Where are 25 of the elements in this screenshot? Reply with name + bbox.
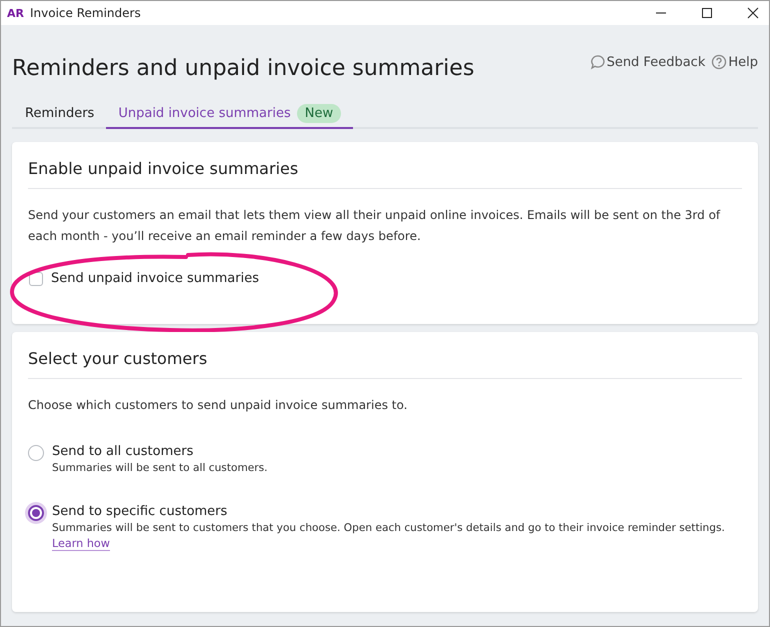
tab[interactable]: Unpaid invoice summaries New <box>106 99 354 129</box>
section-title: Select your customers <box>28 332 742 379</box>
help-link[interactable]: Help <box>711 54 758 70</box>
app-logo: AR <box>7 6 24 20</box>
page-title: Reminders and unpaid invoice summaries <box>12 56 474 80</box>
radio-button[interactable] <box>28 445 44 461</box>
learn-how-link[interactable]: Learn how <box>52 537 110 551</box>
option-label: Send to specific customers <box>52 504 228 519</box>
radio-button[interactable] <box>28 505 44 521</box>
option-label: Send to all customers <box>52 444 194 459</box>
feedback-link[interactable]: Send Feedback <box>590 54 706 70</box>
tab[interactable]: Reminders <box>13 99 106 129</box>
option-hint: Summaries will be sent to customers that you choose. Open each customer's details and go to their invoice reminder settings. <box>52 522 725 534</box>
speech-bubble-icon <box>590 54 606 70</box>
new-badge: New <box>296 104 342 122</box>
help-icon <box>711 54 728 70</box>
option-hint: Summaries will be sent to all customers. <box>52 462 268 474</box>
close-icon[interactable] <box>747 7 759 19</box>
maximize-icon[interactable] <box>701 7 713 19</box>
checkbox[interactable] <box>29 272 43 286</box>
checkbox-label: Send unpaid invoice summaries <box>51 271 259 286</box>
section-description: Send your customers an email that lets them view all their unpaid online invoices. Emails will be sent on the 3rd of each month - you’ll receive an email reminder a few days before. <box>28 207 722 245</box>
section-description: Choose which customers to send unpaid invoice summaries to. <box>28 397 408 414</box>
section-title: Enable unpaid invoice summaries <box>28 142 742 189</box>
window-title: Invoice Reminders <box>30 6 141 20</box>
